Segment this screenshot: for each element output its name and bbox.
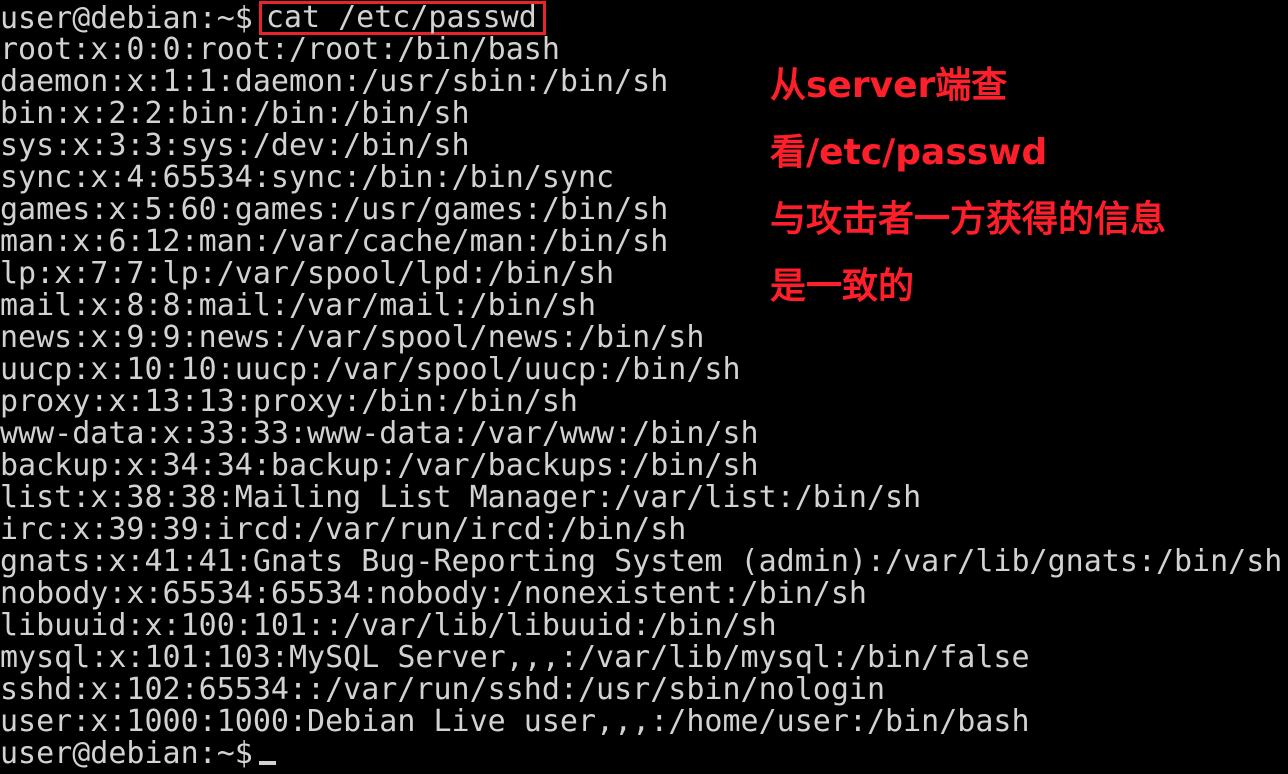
annotation-line: 是一致的	[770, 266, 915, 307]
output-line: sshd:x:102:65534::/var/run/sshd:/usr/sbi…	[0, 672, 886, 707]
output-line: gnats:x:41:41:Gnats Bug-Reporting System…	[0, 544, 1283, 579]
output-line: news:x:9:9:news:/var/spool/news:/bin/sh	[0, 320, 705, 355]
output-line: mail:x:8:8:mail:/var/mail:/bin/sh	[0, 288, 597, 323]
output-line: irc:x:39:39:ircd:/var/run/ircd:/bin/sh	[0, 512, 687, 547]
command-text: cat /etc/passwd	[265, 0, 537, 35]
annotation-line: 与攻击者一方获得的信息	[770, 199, 1167, 240]
command-line: user@debian:~$ cat /etc/passwd	[0, 0, 546, 36]
output-line: list:x:38:38:Mailing List Manager:/var/l…	[0, 480, 922, 515]
text-cursor	[258, 761, 276, 765]
annotation-line: 看/etc/passwd	[770, 132, 1048, 173]
red-annotation: 从server端查 看/etc/passwd 与攻击者一方获得的信息 是一致的	[770, 52, 1270, 320]
output-line: nobody:x:65534:65534:nobody:/nonexistent…	[0, 576, 867, 611]
highlighted-command-box: cat /etc/passwd	[258, 0, 546, 35]
prompt: user@debian:~$	[0, 1, 253, 36]
output-line: bin:x:2:2:bin:/bin:/bin/sh	[0, 96, 470, 131]
output-line: sys:x:3:3:sys:/dev:/bin/sh	[0, 128, 470, 163]
output-line: proxy:x:13:13:proxy:/bin:/bin/sh	[0, 384, 578, 419]
output-line: games:x:5:60:games:/usr/games:/bin/sh	[0, 192, 669, 227]
output-line: www-data:x:33:33:www-data:/var/www:/bin/…	[0, 416, 759, 451]
output-line: user:x:1000:1000:Debian Live user,,,:/ho…	[0, 704, 1030, 739]
output-line: libuuid:x:100:101::/var/lib/libuuid:/bin…	[0, 608, 777, 643]
output-line: root:x:0:0:root:/root:/bin/bash	[0, 32, 560, 67]
output-line: backup:x:34:34:backup:/var/backups:/bin/…	[0, 448, 759, 483]
output-line: lp:x:7:7:lp:/var/spool/lpd:/bin/sh	[0, 256, 615, 291]
output-line: uucp:x:10:10:uucp:/var/spool/uucp:/bin/s…	[0, 352, 741, 387]
output-line: sync:x:4:65534:sync:/bin:/bin/sync	[0, 160, 615, 195]
output-line: mysql:x:101:103:MySQL Server,,,:/var/lib…	[0, 640, 1030, 675]
annotation-line: 从server端查	[770, 65, 1008, 106]
final-prompt-line[interactable]: user@debian:~$	[0, 738, 276, 770]
prompt: user@debian:~$	[0, 736, 253, 771]
output-line: daemon:x:1:1:daemon:/usr/sbin:/bin/sh	[0, 64, 669, 99]
output-line: man:x:6:12:man:/var/cache/man:/bin/sh	[0, 224, 669, 259]
